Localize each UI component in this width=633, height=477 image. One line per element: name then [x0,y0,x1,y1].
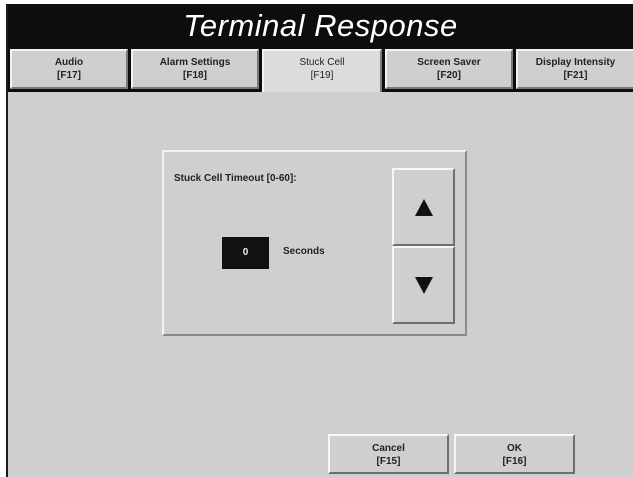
seconds-label: Seconds [283,246,325,257]
tab-label: Display Intensity [535,57,616,68]
tab-alarm-settings[interactable]: Alarm Settings [F18] [131,49,259,89]
down-arrow-icon [414,276,433,294]
tab-label: Audio [54,57,84,68]
tab-screen-saver[interactable]: Screen Saver [F20] [385,49,513,89]
tab-key: [F20] [437,70,461,81]
cancel-label: Cancel [372,443,405,454]
tab-key: [F18] [183,70,207,81]
cancel-button[interactable]: Cancel [F15] [328,434,449,474]
cancel-key: [F15] [376,456,401,467]
tab-stuck-cell[interactable]: Stuck Cell [F19] [262,49,382,92]
ok-key: [F16] [502,456,527,467]
tab-key: [F19] [310,70,334,81]
tab-audio[interactable]: Audio [F17] [10,49,128,89]
timeout-label: Stuck Cell Timeout [0-60]: [174,173,297,184]
up-arrow-icon [414,198,433,216]
tab-display-intensity[interactable]: Display Intensity [F21] [516,49,633,89]
increment-button[interactable] [392,168,455,246]
decrement-button[interactable] [392,246,455,324]
tab-label: Stuck Cell [299,57,345,68]
tab-label: Screen Saver [417,57,481,68]
stuck-cell-panel: Stuck Cell Timeout [0-60]: 0 Seconds [162,150,467,336]
tab-label: Alarm Settings [159,57,231,68]
ok-label: OK [507,443,522,454]
window-title: Terminal Response [8,4,633,47]
tab-bar: Audio [F17] Alarm Settings [F18] Stuck C… [8,47,633,92]
ok-button[interactable]: OK [F16] [454,434,575,474]
timeout-value-field[interactable]: 0 [222,237,269,269]
tab-key: [F21] [563,70,588,81]
tab-key: [F17] [57,70,81,81]
terminal-screen: Terminal Response Audio [F17] Alarm Sett… [6,4,633,477]
